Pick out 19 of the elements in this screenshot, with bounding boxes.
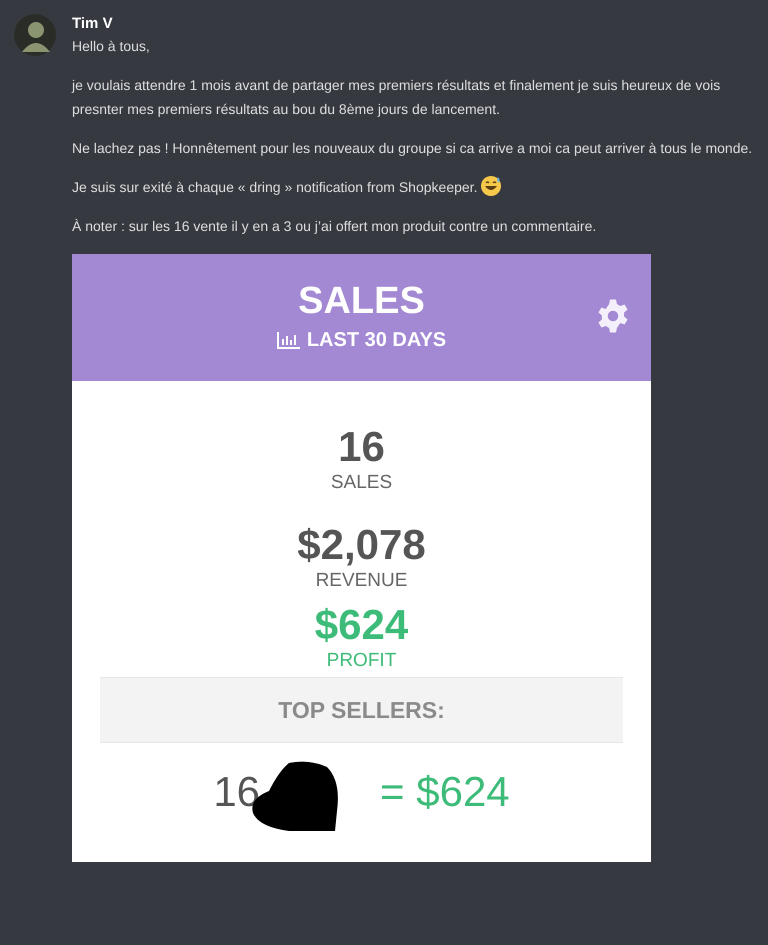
- stat-value: $624: [314, 601, 408, 649]
- period-label: LAST 30 DAYS: [306, 328, 446, 353]
- total-text: = $624: [380, 767, 510, 817]
- stat-label: PROFIT: [326, 649, 396, 673]
- stat-value: $2,078: [297, 521, 426, 569]
- card-title: SALES: [298, 279, 425, 324]
- message-text: je voulais attendre 1 mois avant de partager mes premiers résultats et finalement je suis heureux de vois presnter mes premiers résultats au bou du 8ème jours de lancement.: [72, 77, 720, 117]
- stat-label: SALES: [330, 471, 392, 495]
- bar-chart-icon: [276, 331, 301, 349]
- author-name[interactable]: Tim V: [72, 14, 758, 34]
- top-sellers-heading: TOP SELLERS:: [278, 696, 445, 724]
- message-text: Hello à tous,: [72, 38, 150, 54]
- stat-label: REVENUE: [316, 569, 408, 593]
- message-text: À noter : sur les 16 vente il y en a 3 ou j’ai offert mon produit contre un commentaire.: [72, 218, 596, 234]
- message-text: Je suis sur exité à chaque « dring » notification from Shopkeeper.: [72, 179, 478, 195]
- quantity-text: 16: [213, 767, 260, 817]
- message-text: Ne lachez pas ! Honnêtement pour les nouveaux du groupe si ca arrive a moi ca peut arriver à tous le monde.: [72, 140, 752, 156]
- avatar: [14, 14, 56, 56]
- stat-value: 16: [338, 423, 385, 471]
